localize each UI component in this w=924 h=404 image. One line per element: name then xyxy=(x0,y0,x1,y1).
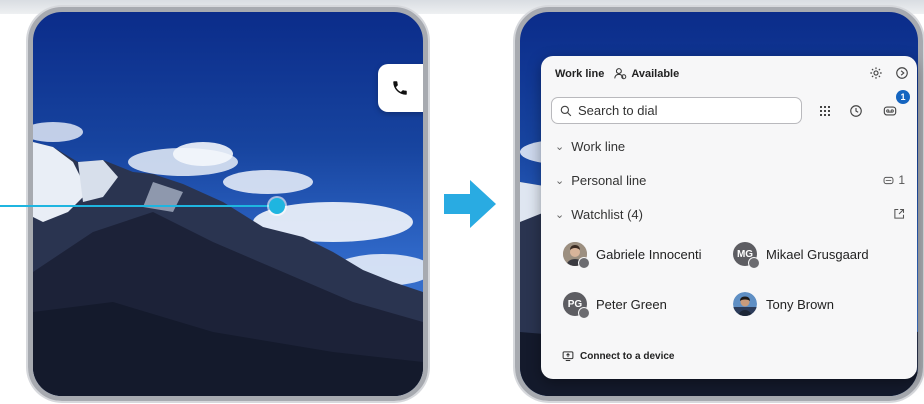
history-icon[interactable] xyxy=(847,102,865,120)
screen-share-icon xyxy=(562,351,574,362)
header-actions xyxy=(869,66,909,80)
section-watchlist[interactable]: ⌄ Watchlist (4) xyxy=(555,205,643,223)
avatar xyxy=(733,292,757,316)
availability-status[interactable]: Available xyxy=(614,67,679,80)
section-label: Work line xyxy=(571,138,626,154)
contact-name: Peter Green xyxy=(596,296,667,312)
presence-icon xyxy=(614,68,627,80)
contact-name: Gabriele Innocenti xyxy=(596,246,702,262)
line-label[interactable]: Work line xyxy=(555,68,604,80)
panel-header: Work line Available xyxy=(555,67,679,80)
chevron-down-icon: ⌄ xyxy=(555,174,565,187)
contact-name: Tony Brown xyxy=(766,296,834,312)
person-photo xyxy=(733,292,757,316)
watchlist-contact[interactable]: Tony Brown xyxy=(733,292,834,316)
avatar: MG xyxy=(733,242,760,269)
pointer-dot xyxy=(269,198,285,214)
dialpad-icon[interactable] xyxy=(816,102,834,120)
watchlist-contact[interactable]: MG Mikael Grusgaard xyxy=(733,242,869,269)
chevron-down-icon: ⌄ xyxy=(555,140,565,153)
search-icon xyxy=(560,105,572,116)
section-label: Watchlist (4) xyxy=(571,206,643,222)
section-label: Personal line xyxy=(571,172,647,188)
pointer-line xyxy=(0,205,277,207)
chevron-down-icon: ⌄ xyxy=(555,208,565,221)
personal-line-voicemail-count: 1 xyxy=(883,171,905,189)
section-work-line[interactable]: ⌄ Work line xyxy=(555,137,625,155)
presence-status xyxy=(578,257,590,269)
voicemail-icon[interactable] xyxy=(881,102,899,120)
mountain-landscape xyxy=(33,122,423,396)
watchlist-contact[interactable]: PG Peter Green xyxy=(563,292,667,319)
calling-panel: Work line Available Search to dial 1 ⌄ W… xyxy=(541,56,917,379)
desktop-scene-before xyxy=(28,7,428,401)
voicemail-icon xyxy=(883,176,894,184)
search-input[interactable] xyxy=(578,103,778,118)
popout-icon[interactable] xyxy=(893,205,905,223)
arrow-right-icon xyxy=(444,180,496,228)
contact-name: Mikael Grusgaard xyxy=(766,246,869,262)
voicemail-badge: 1 xyxy=(896,90,910,104)
watchlist-contact[interactable]: Gabriele Innocenti xyxy=(563,242,702,269)
call-tab[interactable] xyxy=(378,64,423,112)
availability-label: Available xyxy=(631,67,680,80)
search-input-container[interactable] xyxy=(551,97,802,124)
help-icon[interactable] xyxy=(895,66,909,80)
connect-to-device-button[interactable]: Connect to a device xyxy=(562,350,674,362)
section-personal-line[interactable]: ⌄ Personal line xyxy=(555,171,646,189)
phone-icon xyxy=(393,81,407,95)
avatar: PG xyxy=(563,292,590,319)
gear-icon[interactable] xyxy=(869,66,883,80)
presence-status xyxy=(748,257,760,269)
connect-label: Connect to a device xyxy=(580,350,675,362)
avatar xyxy=(563,242,590,269)
presence-status xyxy=(578,307,590,319)
